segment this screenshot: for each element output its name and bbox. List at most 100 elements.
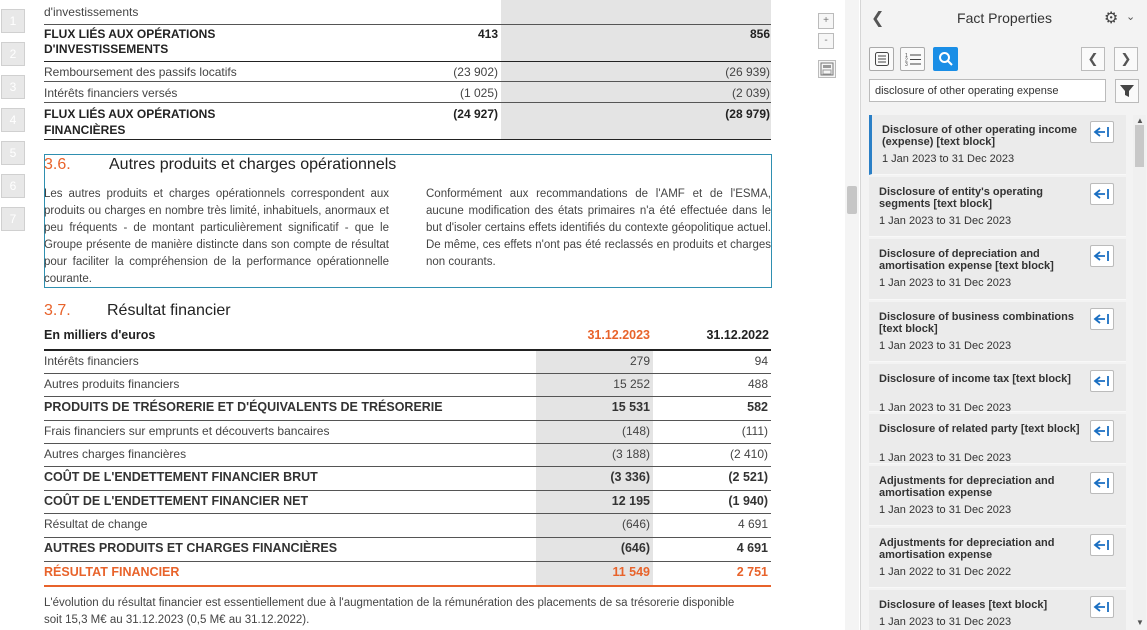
goto-fact-icon[interactable] xyxy=(1090,420,1114,442)
value-2022[interactable]: (1 940) xyxy=(728,494,768,508)
divider xyxy=(44,420,771,421)
divider xyxy=(44,466,771,467)
fact-list-item[interactable]: Disclosure of income tax [text block] 1 J… xyxy=(869,364,1126,414)
value-2022[interactable]: 2 751 xyxy=(737,565,768,579)
goto-fact-icon[interactable] xyxy=(1090,472,1114,494)
divider xyxy=(44,373,771,374)
divider xyxy=(44,513,771,514)
fact-list-item[interactable]: Disclosure of other operating income (ex… xyxy=(869,115,1126,175)
goto-fact-icon[interactable] xyxy=(1090,245,1114,267)
page-number-button[interactable]: 7 xyxy=(1,207,25,231)
row-label: Autres charges financières xyxy=(44,447,187,461)
filter-icon[interactable] xyxy=(1115,79,1139,103)
fact-list-item[interactable]: Adjustments for depreciation and amortis… xyxy=(869,528,1126,588)
fact-title: Disclosure of leases [text block] xyxy=(879,599,1048,611)
goto-fact-icon[interactable] xyxy=(1090,534,1114,556)
value-2023[interactable]: 413 xyxy=(478,27,498,42)
zoom-out-button[interactable]: - xyxy=(818,33,834,49)
value-2023[interactable]: (24 927) xyxy=(453,106,498,122)
document-scrollbar[interactable] xyxy=(845,0,859,630)
save-icon[interactable] xyxy=(818,60,836,78)
footnote: L'évolution du résultat financier est es… xyxy=(44,597,735,626)
row-label: Résultat de change xyxy=(44,517,148,531)
value-2022[interactable]: 582 xyxy=(747,400,768,414)
divider xyxy=(44,61,771,62)
fact-list-item[interactable]: Disclosure of entity's operating segment… xyxy=(869,177,1126,237)
value-2023[interactable]: 15 531 xyxy=(612,400,650,414)
value-2023[interactable]: (3 188) xyxy=(612,447,650,461)
value-2022[interactable]: (2 410) xyxy=(730,447,768,461)
section-title: Autres produits et charges opérationnels xyxy=(109,156,397,173)
scrollbar-thumb[interactable] xyxy=(847,186,857,214)
scrollbar-thumb[interactable] xyxy=(1135,125,1144,167)
scroll-up-icon[interactable]: ▲ xyxy=(1136,116,1144,125)
list-view-icon[interactable]: 123 xyxy=(900,47,925,71)
fact-list-item[interactable]: Disclosure of leases [text block] 1 Jan 2… xyxy=(869,590,1126,630)
value-2023[interactable]: 12 195 xyxy=(612,494,650,508)
text-view-icon[interactable] xyxy=(869,47,894,71)
goto-fact-icon[interactable] xyxy=(1090,121,1114,143)
page-number-button[interactable]: 4 xyxy=(1,108,25,132)
value-2022[interactable]: (28 979) xyxy=(725,106,770,122)
goto-fact-icon[interactable] xyxy=(1090,370,1114,392)
value-2022[interactable]: (2 039) xyxy=(732,86,770,100)
value-2022[interactable]: 94 xyxy=(755,354,768,368)
section-number: 3.6. xyxy=(44,156,71,173)
value-2023[interactable]: 15 252 xyxy=(613,377,650,391)
fact-list: Disclosure of other operating income (ex… xyxy=(869,115,1126,630)
gear-icon[interactable]: ⚙ xyxy=(1104,8,1118,28)
value-2023[interactable]: (646) xyxy=(622,517,650,531)
value-2022[interactable]: 4 691 xyxy=(737,541,768,555)
row-label: Intérêts financiers xyxy=(44,354,139,368)
value-2022[interactable]: 488 xyxy=(748,377,768,391)
fact-period: 1 Jan 2022 to 31 Dec 2022 xyxy=(879,566,1012,578)
chevron-down-icon[interactable]: ⌄ xyxy=(1126,10,1135,23)
page-number-button[interactable]: 5 xyxy=(1,141,25,165)
fact-list-item[interactable]: Disclosure of business combinations [tex… xyxy=(869,302,1126,362)
fact-list-item[interactable]: Adjustments for depreciation and amortis… xyxy=(869,466,1126,526)
document-viewer: d'investissements FLUX LIÉS AUX OPÉRATIO… xyxy=(44,0,772,630)
next-icon[interactable]: ❯ xyxy=(1114,47,1138,71)
divider xyxy=(44,585,771,587)
fact-period: 1 Jan 2023 to 31 Dec 2023 xyxy=(882,153,1015,165)
page-number-button[interactable]: 6 xyxy=(1,174,25,198)
value-2023[interactable]: (23 902) xyxy=(453,65,498,79)
divider xyxy=(44,537,771,538)
goto-fact-icon[interactable] xyxy=(1090,183,1114,205)
page-gutter: 1 2 3 4 5 6 7 xyxy=(0,0,30,630)
section-number: 3.7. xyxy=(44,302,71,319)
divider xyxy=(44,139,771,140)
value-2023[interactable]: (3 336) xyxy=(610,470,650,484)
divider xyxy=(44,102,771,103)
page-number-button[interactable]: 2 xyxy=(1,42,25,66)
page-number-button[interactable]: 1 xyxy=(1,9,25,33)
fact-search-input[interactable] xyxy=(869,79,1106,102)
goto-fact-icon[interactable] xyxy=(1090,596,1114,618)
page-number-button[interactable]: 3 xyxy=(1,75,25,99)
value-2023[interactable]: (646) xyxy=(621,541,650,555)
goto-fact-icon[interactable] xyxy=(1090,308,1114,330)
value-2022[interactable]: (2 521) xyxy=(728,470,768,484)
value-2022[interactable]: (26 939) xyxy=(725,65,770,79)
paragraph-right: Conformément aux recommandations de l'AM… xyxy=(426,188,771,268)
scroll-down-icon[interactable]: ▼ xyxy=(1136,618,1144,627)
fact-list-scrollbar[interactable] xyxy=(1133,115,1146,620)
row-label: Frais financiers sur emprunts et découve… xyxy=(44,424,330,438)
value-2023[interactable]: (148) xyxy=(622,424,650,438)
divider xyxy=(44,396,771,397)
fact-title: Disclosure of other operating income (ex… xyxy=(882,124,1077,148)
row-label: RÉSULTAT FINANCIER xyxy=(44,565,180,579)
value-2023[interactable]: 11 549 xyxy=(612,565,650,579)
zoom-in-button[interactable]: + xyxy=(818,13,834,29)
search-icon[interactable] xyxy=(933,47,958,71)
fact-period: 1 Jan 2023 to 31 Dec 2023 xyxy=(879,504,1012,516)
fact-period: 1 Jan 2023 to 31 Dec 2023 xyxy=(879,215,1012,227)
value-2022[interactable]: 856 xyxy=(750,27,770,42)
prev-icon[interactable]: ❮ xyxy=(1081,47,1105,71)
value-2022[interactable]: 4 691 xyxy=(738,517,768,531)
value-2023[interactable]: 279 xyxy=(630,354,650,368)
value-2022[interactable]: (111) xyxy=(742,424,768,438)
fact-list-item[interactable]: Disclosure of depreciation and amortisat… xyxy=(869,239,1126,300)
value-2023[interactable]: (1 025) xyxy=(460,86,498,100)
fact-list-item[interactable]: Disclosure of related party [text block]… xyxy=(869,414,1126,464)
